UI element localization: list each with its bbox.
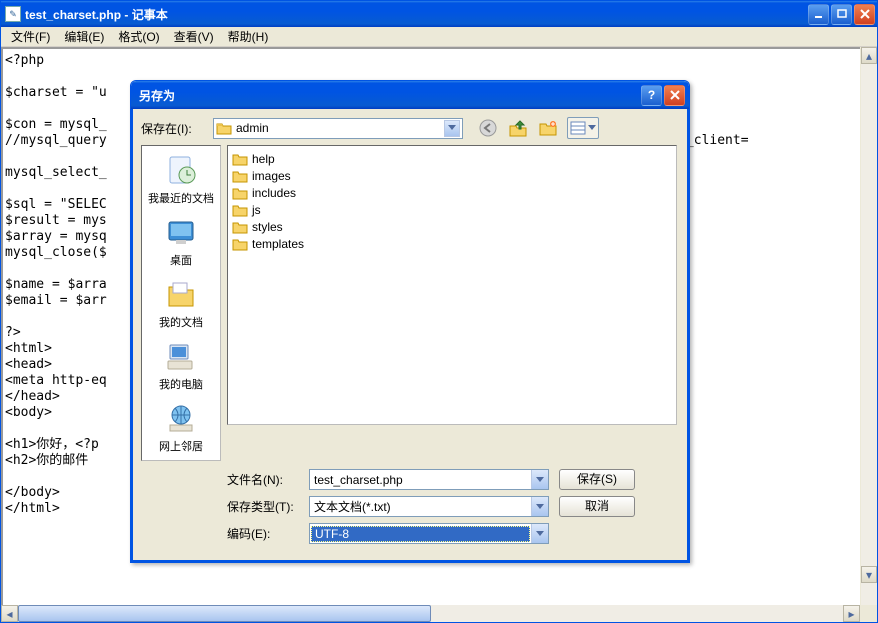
save-button[interactable]: 保存(S) xyxy=(559,469,635,490)
encoding-combo[interactable]: UTF-8 xyxy=(309,523,549,544)
place-recent[interactable]: 我最近的文档 xyxy=(148,152,214,206)
menu-edit[interactable]: 编辑(E) xyxy=(58,27,110,46)
maximize-button[interactable] xyxy=(831,4,852,25)
place-network[interactable]: 网上邻居 xyxy=(159,400,203,454)
chevron-down-icon[interactable] xyxy=(444,120,460,137)
dialog-titlebar[interactable]: 另存为 ? xyxy=(131,81,689,109)
minimize-button[interactable] xyxy=(808,4,829,25)
chevron-down-icon[interactable] xyxy=(531,497,548,516)
list-item[interactable]: help xyxy=(232,150,672,167)
filename-label: 文件名(N): xyxy=(227,471,299,488)
place-desktop[interactable]: 桌面 xyxy=(163,214,199,268)
list-item[interactable]: includes xyxy=(232,184,672,201)
dialog-title: 另存为 xyxy=(139,87,641,104)
scroll-corner xyxy=(860,605,877,622)
folder-icon xyxy=(232,152,248,166)
places-bar: 我最近的文档 桌面 我的文档 我的电脑 网上邻居 xyxy=(141,145,221,461)
views-icon[interactable] xyxy=(567,117,599,139)
file-list[interactable]: help images includes js styles templates xyxy=(227,145,677,425)
list-item[interactable]: styles xyxy=(232,218,672,235)
scroll-right-icon[interactable]: ▸ xyxy=(843,605,860,622)
close-button[interactable] xyxy=(854,4,875,25)
main-titlebar[interactable]: ✎ test_charset.php - 记事本 xyxy=(1,1,877,27)
up-icon[interactable] xyxy=(507,117,529,139)
folder-icon xyxy=(232,169,248,183)
list-item[interactable]: images xyxy=(232,167,672,184)
menubar: 文件(F) 编辑(E) 格式(O) 查看(V) 帮助(H) xyxy=(1,27,877,47)
folder-icon xyxy=(232,237,248,251)
save-in-label: 保存在(I): xyxy=(141,120,213,137)
mycomputer-icon xyxy=(163,338,199,374)
scroll-down-icon[interactable]: ▾ xyxy=(861,566,877,583)
new-folder-icon[interactable] xyxy=(537,117,559,139)
encoding-label: 编码(E): xyxy=(227,525,299,542)
menu-view[interactable]: 查看(V) xyxy=(168,27,220,46)
scroll-left-icon[interactable]: ◂ xyxy=(1,605,18,622)
save-as-dialog: 另存为 ? 保存在(I): admin 我最 xyxy=(130,80,690,563)
horizontal-scrollbar[interactable]: ◂ ▸ xyxy=(1,605,860,622)
desktop-icon xyxy=(163,214,199,250)
dialog-close-button[interactable] xyxy=(664,85,685,106)
list-item[interactable]: templates xyxy=(232,235,672,252)
folder-icon xyxy=(232,203,248,217)
scroll-up-icon[interactable]: ▴ xyxy=(861,47,877,64)
main-title: test_charset.php - 记事本 xyxy=(25,6,808,23)
menu-help[interactable]: 帮助(H) xyxy=(222,27,275,46)
recent-docs-icon xyxy=(163,152,199,188)
menu-file[interactable]: 文件(F) xyxy=(5,27,56,46)
notepad-icon: ✎ xyxy=(5,6,21,22)
network-icon xyxy=(163,400,199,436)
folder-icon xyxy=(232,186,248,200)
filetype-label: 保存类型(T): xyxy=(227,498,299,515)
menu-format[interactable]: 格式(O) xyxy=(112,27,165,46)
back-icon[interactable] xyxy=(477,117,499,139)
filetype-combo[interactable]: 文本文档(*.txt) xyxy=(309,496,549,517)
folder-icon xyxy=(216,121,232,135)
place-mydocs[interactable]: 我的文档 xyxy=(159,276,203,330)
hscroll-thumb[interactable] xyxy=(18,605,431,622)
vertical-scrollbar[interactable]: ▴ ▾ xyxy=(860,47,877,605)
mydocs-icon xyxy=(163,276,199,312)
chevron-down-icon[interactable] xyxy=(531,470,548,489)
folder-icon xyxy=(232,220,248,234)
place-mycomputer[interactable]: 我的电脑 xyxy=(159,338,203,392)
filename-field[interactable]: test_charset.php xyxy=(309,469,549,490)
help-button[interactable]: ? xyxy=(641,85,662,106)
list-item[interactable]: js xyxy=(232,201,672,218)
cancel-button[interactable]: 取消 xyxy=(559,496,635,517)
save-in-text: admin xyxy=(236,121,444,135)
save-in-combo[interactable]: admin xyxy=(213,118,463,139)
chevron-down-icon[interactable] xyxy=(531,524,548,543)
